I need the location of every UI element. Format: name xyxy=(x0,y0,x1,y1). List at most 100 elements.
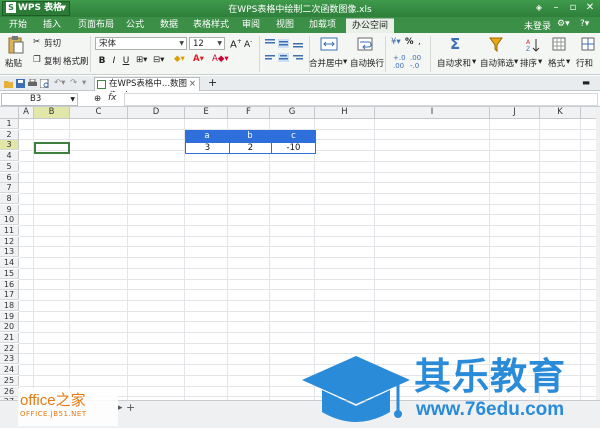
document-tab[interactable]: 在WPS表格中...数图像.xls × xyxy=(94,77,200,101)
row-header-24[interactable]: 24 xyxy=(0,365,19,376)
paste-icon[interactable] xyxy=(8,36,24,54)
comma-icon[interactable]: , xyxy=(418,37,421,47)
sort-icon[interactable]: A Z xyxy=(525,37,541,53)
row-header-1[interactable]: 1 xyxy=(0,119,19,129)
help-icon[interactable]: ?▾ xyxy=(580,19,589,29)
tab-page-layout[interactable]: 页面布局 xyxy=(78,19,114,31)
wrap-text-icon[interactable] xyxy=(357,37,373,51)
merge-center-button[interactable]: 合并居中 xyxy=(309,57,343,69)
clear-format-icon[interactable]: A◆▾ xyxy=(212,54,229,64)
tab-home[interactable]: 开始 xyxy=(9,19,27,31)
cut-button[interactable]: 剪切 xyxy=(44,37,61,49)
tab-menu-icon[interactable]: ▬ xyxy=(582,78,590,88)
chevron-down-icon[interactable]: ▾ xyxy=(566,57,570,67)
shrink-font-icon[interactable]: A- xyxy=(244,38,252,50)
table-value-cell[interactable]: 3 xyxy=(185,142,230,154)
scissors-icon[interactable]: ✂ xyxy=(33,37,40,47)
row-header-4[interactable]: 4 xyxy=(0,151,19,162)
row-header-17[interactable]: 17 xyxy=(0,290,19,301)
add-sheet-button[interactable]: + xyxy=(126,401,135,414)
row-header-19[interactable]: 19 xyxy=(0,311,19,322)
next-sheet-icon[interactable]: ▸ xyxy=(118,403,123,413)
name-box[interactable]: B3 ▼ xyxy=(1,93,78,106)
underline-button[interactable]: U xyxy=(120,55,132,67)
chevron-down-icon[interactable]: ▾ xyxy=(472,57,476,67)
undo-icon[interactable]: ↶▾ xyxy=(54,78,65,88)
table-header-cell[interactable]: b xyxy=(229,130,271,142)
format-button[interactable]: 格式 xyxy=(548,57,565,69)
column-header-b[interactable]: B xyxy=(34,107,70,119)
wrap-text-button[interactable]: 自动换行 xyxy=(350,57,384,69)
column-header-d[interactable]: D xyxy=(128,107,185,119)
column-header-k[interactable]: K xyxy=(540,107,581,119)
column-header-f[interactable]: F xyxy=(228,107,270,119)
column-header-c[interactable]: C xyxy=(70,107,128,119)
chevron-down-icon[interactable]: ▾ xyxy=(514,57,518,67)
row-header-10[interactable]: 10 xyxy=(0,215,19,226)
tab-addins[interactable]: 加载项 xyxy=(309,19,336,31)
row-header-18[interactable]: 18 xyxy=(0,300,19,311)
table-header-cell[interactable]: c xyxy=(271,130,316,142)
tab-view[interactable]: 视图 xyxy=(276,19,294,31)
auto-sum-button[interactable]: 自动求和 xyxy=(437,57,471,69)
chevron-down-icon[interactable]: ▾ xyxy=(82,78,86,88)
new-tab-button[interactable]: + xyxy=(208,76,217,89)
row-header-9[interactable]: 9 xyxy=(0,204,19,215)
italic-button[interactable]: I xyxy=(108,55,120,67)
merge-center-icon[interactable] xyxy=(320,37,338,51)
maximize-button[interactable]: ▫ xyxy=(565,0,581,16)
settings-icon[interactable]: ⚙▾ xyxy=(557,19,570,29)
paste-button[interactable]: 粘贴 xyxy=(5,57,22,69)
column-header-l[interactable]: L xyxy=(581,107,596,119)
tab-insert[interactable]: 插入 xyxy=(43,19,61,31)
row-header-20[interactable]: 20 xyxy=(0,322,19,333)
copy-button[interactable]: 复制 xyxy=(44,55,61,67)
row-header-21[interactable]: 21 xyxy=(0,333,19,343)
row-header-16[interactable]: 16 xyxy=(0,279,19,290)
row-header-26[interactable]: 26 xyxy=(0,386,19,397)
decrease-decimal-icon[interactable]: .00 -.0 xyxy=(410,54,421,70)
row-header-8[interactable]: 8 xyxy=(0,193,19,204)
tab-office-space[interactable]: 办公空间 xyxy=(346,18,395,33)
table-header-cell[interactable]: a xyxy=(185,130,229,142)
column-header-g[interactable]: G xyxy=(270,107,315,119)
zoom-function-icon[interactable]: ⊕ xyxy=(94,94,101,104)
column-header-j[interactable]: J xyxy=(490,107,540,119)
tab-review[interactable]: 审阅 xyxy=(242,19,260,31)
chevron-down-icon[interactable]: ▾ xyxy=(538,57,542,67)
row-header-15[interactable]: 15 xyxy=(0,268,19,279)
sort-button[interactable]: 排序 xyxy=(520,57,537,69)
save-icon[interactable] xyxy=(16,79,25,88)
row-col-button[interactable]: 行和 xyxy=(576,57,593,69)
tab-table-style[interactable]: 表格样式 xyxy=(193,19,229,31)
print-preview-icon[interactable] xyxy=(40,79,49,88)
auto-filter-button[interactable]: 自动筛选 xyxy=(480,57,514,69)
bold-button[interactable]: B xyxy=(96,55,108,67)
grow-font-icon[interactable]: A+ xyxy=(230,38,242,50)
row-header-6[interactable]: 6 xyxy=(0,172,19,183)
font-name-select[interactable]: 宋体 ▼ xyxy=(95,37,187,50)
sigma-icon[interactable]: Σ xyxy=(450,35,460,53)
minimize-button[interactable]: – xyxy=(548,0,564,16)
login-link[interactable]: 未登录 xyxy=(524,19,551,32)
close-tab-icon[interactable]: × xyxy=(189,78,196,90)
border-icon[interactable]: ⊞▾ xyxy=(136,55,147,65)
print-icon[interactable] xyxy=(28,79,37,88)
select-all-corner[interactable] xyxy=(0,107,19,119)
formula-input[interactable] xyxy=(124,93,598,106)
format-icon[interactable] xyxy=(552,37,566,51)
row-col-icon[interactable] xyxy=(581,37,595,51)
row-header-23[interactable]: 23 xyxy=(0,354,19,365)
row-header-11[interactable]: 11 xyxy=(0,226,19,236)
close-button[interactable]: ✕ xyxy=(582,0,598,16)
copy-icon[interactable]: ❐ xyxy=(33,55,41,65)
row-header-7[interactable]: 7 xyxy=(0,183,19,194)
row-header-25[interactable]: 25 xyxy=(0,375,19,386)
row-header-22[interactable]: 22 xyxy=(0,343,19,354)
merge-style-icon[interactable]: ⊟▾ xyxy=(153,55,164,65)
chevron-down-icon[interactable]: ▾ xyxy=(343,57,347,67)
column-header-a[interactable]: A xyxy=(19,107,34,119)
tab-formulas[interactable]: 公式 xyxy=(126,19,144,31)
row-header-12[interactable]: 12 xyxy=(0,236,19,247)
column-header-i[interactable]: I xyxy=(375,107,490,119)
